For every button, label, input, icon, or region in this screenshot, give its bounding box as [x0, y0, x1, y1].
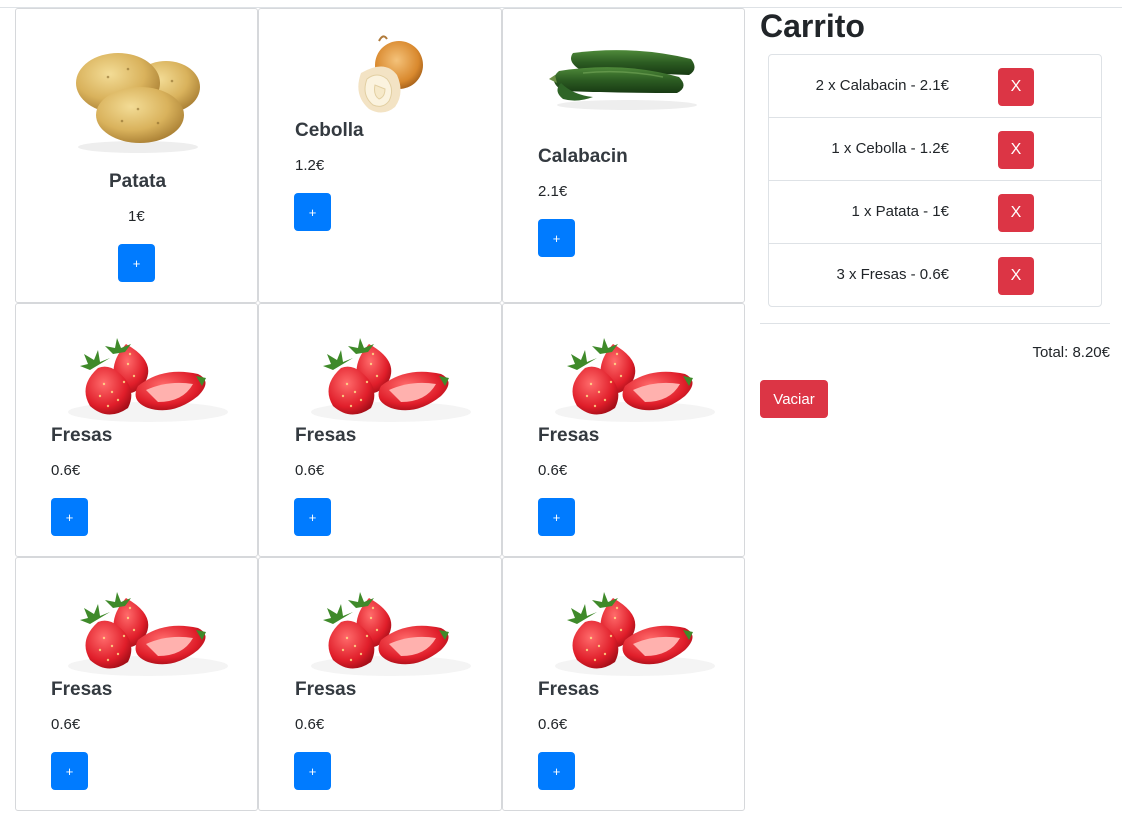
cart-item-text: 2 x Calabacin - 2.1€ [815, 77, 949, 94]
product-price: 1.2€ [295, 157, 325, 174]
product-card: Fresas 0.6€ + [502, 303, 745, 557]
strawberries-image [311, 338, 471, 422]
product-price: 2.1€ [538, 183, 568, 200]
add-to-cart-button[interactable]: + [51, 498, 88, 536]
product-card: Fresas 0.6€ + [15, 557, 258, 811]
strawberries-image [311, 592, 471, 676]
zucchini-image [549, 50, 697, 110]
cart-divider [760, 323, 1110, 324]
cart-item: 1 x Cebolla - 1.2€ X [769, 118, 1101, 181]
product-price: 0.6€ [295, 462, 325, 479]
product-price: 0.6€ [51, 716, 81, 733]
remove-item-button[interactable]: X [998, 131, 1034, 169]
strawberries-image [68, 338, 228, 422]
add-to-cart-button[interactable]: + [538, 219, 575, 257]
strawberries-image [555, 592, 715, 676]
product-card: Fresas 0.6€ + [258, 557, 502, 811]
potato-image [76, 53, 200, 153]
product-name: Patata [109, 171, 167, 192]
product-name: Fresas [295, 425, 357, 446]
product-price: 0.6€ [538, 716, 568, 733]
cart-item: 3 x Fresas - 0.6€ X [769, 244, 1101, 307]
product-name: Calabacin [538, 146, 628, 167]
product-price: 1€ [128, 208, 145, 225]
product-card: Cebolla 1.2€ + [258, 8, 502, 303]
cart-total: Total: 8.20€ [1032, 344, 1110, 361]
add-to-cart-button[interactable]: + [294, 752, 331, 790]
cart-list: 2 x Calabacin - 2.1€ X 1 x Cebolla - 1.2… [768, 54, 1102, 307]
onion-image [358, 35, 423, 113]
empty-cart-button[interactable]: Vaciar [760, 380, 828, 418]
strawberries-image [68, 592, 228, 676]
product-card: Calabacin 2.1€ + [502, 8, 745, 303]
product-name: Fresas [51, 679, 113, 700]
product-card: Fresas 0.6€ + [15, 303, 258, 557]
remove-item-button[interactable]: X [998, 194, 1034, 232]
product-price: 0.6€ [51, 462, 81, 479]
product-price: 0.6€ [295, 716, 325, 733]
cart-item: 2 x Calabacin - 2.1€ X [769, 55, 1101, 118]
product-name: Fresas [538, 425, 600, 446]
product-name: Cebolla [295, 120, 364, 141]
remove-item-button[interactable]: X [998, 68, 1034, 106]
add-to-cart-button[interactable]: + [294, 498, 331, 536]
add-to-cart-button[interactable]: + [538, 752, 575, 790]
product-card: Fresas 0.6€ + [502, 557, 745, 811]
cart-title: Carrito [760, 8, 865, 44]
product-card: Patata 1€ + [15, 8, 258, 303]
product-name: Fresas [295, 679, 357, 700]
cart-item-text: 1 x Patata - 1€ [851, 203, 949, 220]
add-to-cart-button[interactable]: + [294, 193, 331, 231]
add-to-cart-button[interactable]: + [538, 498, 575, 536]
product-card: Fresas 0.6€ + [258, 303, 502, 557]
product-name: Fresas [538, 679, 600, 700]
add-to-cart-button[interactable]: + [118, 244, 155, 282]
product-price: 0.6€ [538, 462, 568, 479]
cart-item-text: 1 x Cebolla - 1.2€ [831, 140, 949, 157]
product-name: Fresas [51, 425, 113, 446]
remove-item-button[interactable]: X [998, 257, 1034, 295]
cart-item: 1 x Patata - 1€ X [769, 181, 1101, 244]
strawberries-image [555, 338, 715, 422]
cart-item-text: 3 x Fresas - 0.6€ [836, 266, 949, 283]
add-to-cart-button[interactable]: + [51, 752, 88, 790]
